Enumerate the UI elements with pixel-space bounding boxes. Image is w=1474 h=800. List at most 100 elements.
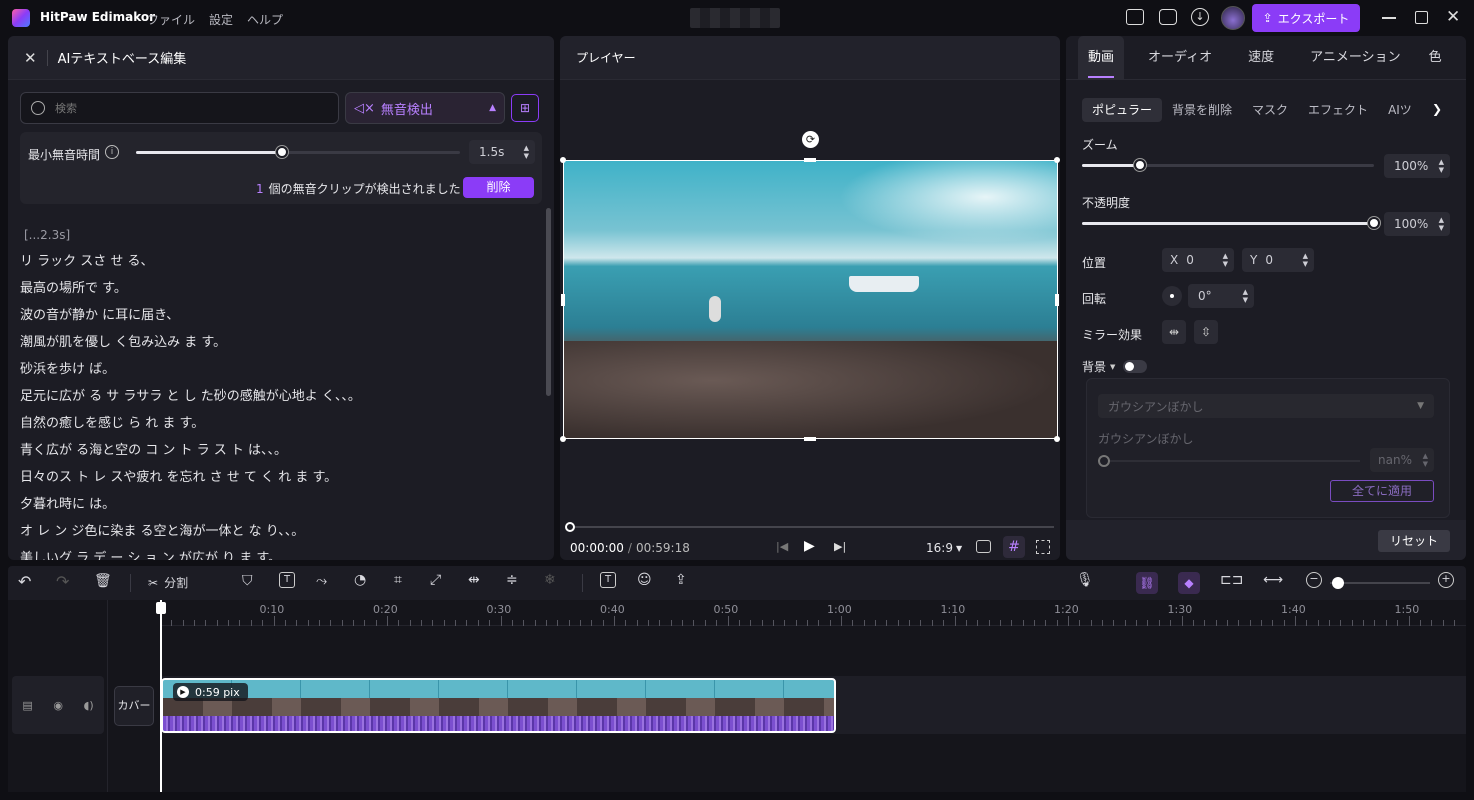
fit-width-icon[interactable]: ⟷ [1263,572,1283,588]
transcript-scrollbar[interactable] [546,208,551,396]
crop-speed-icon[interactable]: ⤳ [316,573,327,589]
handle-bl[interactable] [560,436,566,442]
handle-br[interactable] [1054,436,1060,442]
subtab-mask[interactable]: マスク [1242,98,1298,122]
subtitle-icon[interactable]: ⊞ [511,94,539,122]
avatar[interactable] [1221,6,1245,30]
transcript-line[interactable]: 潮風が肌を優し く包み込み ま す。 [20,329,540,356]
layout-icon[interactable] [1126,9,1144,25]
video-clip[interactable]: ▶ 0:59 pix [161,678,836,733]
undo-icon[interactable]: ↶ [18,572,31,591]
subtab-popular[interactable]: ポピュラー [1082,98,1163,122]
chevron-right-icon[interactable]: ❯ [1432,102,1442,116]
tab-speed[interactable]: 速度 [1238,36,1284,80]
transcript-line[interactable]: 日々のス ト レ スや疲れ を忘れ さ せ て く れ ま す。 [20,464,540,491]
zoom-out-icon[interactable]: − [1306,572,1322,588]
ai-avatar-icon[interactable]: ☺ [637,572,652,588]
apply-all-button[interactable]: 全てに適用 [1330,480,1434,502]
timeline-zoom-slider[interactable] [1330,577,1430,589]
transcript-line[interactable]: オ レ ン ジ色に染ま る空と海が一体と な り、、。 [20,518,540,545]
stepper-arrows-icon[interactable]: ▲ ▼ [1223,252,1228,268]
grid-icon[interactable]: # [1003,536,1025,558]
video-preview[interactable] [563,160,1058,439]
slider-knob[interactable] [275,146,288,158]
zoom-in-icon[interactable]: + [1438,572,1454,588]
zoom-slider[interactable] [1082,159,1374,171]
zoom-knob[interactable] [1134,159,1147,171]
timeline-zoom-knob[interactable] [1332,577,1344,589]
position-y-field[interactable]: Y 0 ▲ ▼ [1242,248,1314,272]
delete-icon[interactable]: 🗑 [94,573,112,589]
ruler[interactable]: 0:10 0:20 0:30 0:40 0:50 1:00 1:10 1:20 1:30 1:40… [160,600,1466,626]
cover-button[interactable]: カバー [114,686,154,726]
min-silence-slider[interactable] [136,146,460,158]
track-film-icon[interactable]: ▤ [22,699,32,712]
handle-bm[interactable] [804,437,816,441]
handle-mr[interactable] [1055,294,1059,306]
play-icon[interactable]: ▶ [804,538,815,554]
prev-frame-icon[interactable]: |◀ [776,540,788,553]
minimize-icon[interactable] [1382,17,1396,19]
transcript-line[interactable]: 青く広が る海と空の コ ン ト ラ ス ト は、、。 [20,437,540,464]
close-icon[interactable]: ✕ [1446,7,1460,27]
background-toggle[interactable] [1123,360,1148,373]
transcript-line[interactable]: 足元に広が る サ ラサラ と し た砂の感触が心地よ く、、。 [20,383,540,410]
transcript-line[interactable]: 砂浜を歩け ば。 [20,356,540,383]
rotation-dial-icon[interactable] [1162,286,1182,306]
transcript-line[interactable]: 自然の癒しを感じ ら れ ま す。 [20,410,540,437]
min-silence-stepper[interactable]: 1.5s ▲ ▼ [469,140,535,164]
mirror-horizontal-icon[interactable]: ⇹ [1162,320,1186,344]
handle-tl[interactable] [560,157,566,163]
transcript-line[interactable]: 夕暮れ時に は。 [20,491,540,518]
reset-button[interactable]: リセット [1378,530,1450,552]
transcript-line[interactable]: 波の音が静か に耳に届き、 [20,302,540,329]
stepper-arrows-icon[interactable]: ▲ ▼ [1439,158,1444,174]
stepper-arrows-icon[interactable]: ▲ ▼ [1423,452,1428,468]
stepper-arrows-icon[interactable]: ▲ ▼ [1243,288,1248,304]
magnet-icon[interactable]: ◆ [1178,572,1200,594]
playback-progress[interactable] [565,522,1054,532]
mirror-vertical-icon[interactable]: ⇳ [1194,320,1218,344]
adjust-icon[interactable]: ≑ [506,572,518,588]
auto-subtitle-icon[interactable]: T [600,572,616,588]
mode-dropdown[interactable]: ◁× 無音検出 ▲ [345,92,505,124]
text-icon[interactable]: T [279,572,295,588]
track-audio-icon[interactable]: ◖) [84,699,94,712]
progress-knob[interactable] [565,522,575,532]
resize-icon[interactable]: ⤢ [430,572,441,588]
tab-audio[interactable]: オーディオ [1138,36,1222,80]
rotate-handle-icon[interactable]: ⟳ [802,131,819,148]
feedback-icon[interactable] [1159,9,1177,25]
handle-tm[interactable] [804,158,816,162]
info-icon[interactable]: i [105,145,119,159]
position-x-field[interactable]: X 0 ▲ ▼ [1162,248,1234,272]
tab-color[interactable]: 色 [1419,36,1452,80]
opacity-slider[interactable] [1082,217,1380,229]
split-button[interactable]: ✂ 分割 [148,574,188,591]
crop-icon[interactable]: ⌗ [394,572,402,588]
stepper-arrows-icon[interactable]: ▲ ▼ [524,144,529,160]
download-icon[interactable]: ↓ [1191,8,1209,26]
zoom-stepper[interactable]: 100% ▲ ▼ [1384,154,1450,178]
microphone-icon[interactable]: 🎙 [1076,572,1094,588]
tab-video[interactable]: 動画 [1078,36,1125,80]
transcript-line[interactable]: リ ラック スさ せ る、 [20,248,540,275]
track-visibility-icon[interactable]: ◉ [53,699,63,712]
subtab-effect[interactable]: エフェクト [1298,98,1378,122]
next-frame-icon[interactable]: ▶| [834,540,846,553]
blur-slider[interactable] [1098,455,1360,467]
snapshot-icon[interactable] [976,540,991,553]
link-icon[interactable]: ⛓ [1136,572,1158,594]
chevron-down-icon[interactable]: ▼ [1110,363,1115,371]
blur-type-dropdown[interactable]: ガウシアンぼかし ▼ [1098,394,1434,418]
export-button[interactable]: ⇪ エクスポート [1252,4,1360,32]
export-clip-icon[interactable]: ⇪ [675,572,687,588]
opacity-stepper[interactable]: 100% ▲ ▼ [1384,212,1450,236]
marker-icon[interactable]: ⛉ [242,573,253,589]
redo-icon[interactable]: ↷ [56,572,69,591]
transcript-line[interactable]: 最高の場所で す。 [20,275,540,302]
close-panel-icon[interactable]: ✕ [24,49,37,67]
speed-icon[interactable]: ◔ [354,572,366,588]
aspect-ratio-dropdown[interactable]: 16:9 ▼ [926,541,962,555]
split-view-icon[interactable]: ⊏⊐ [1220,572,1243,588]
